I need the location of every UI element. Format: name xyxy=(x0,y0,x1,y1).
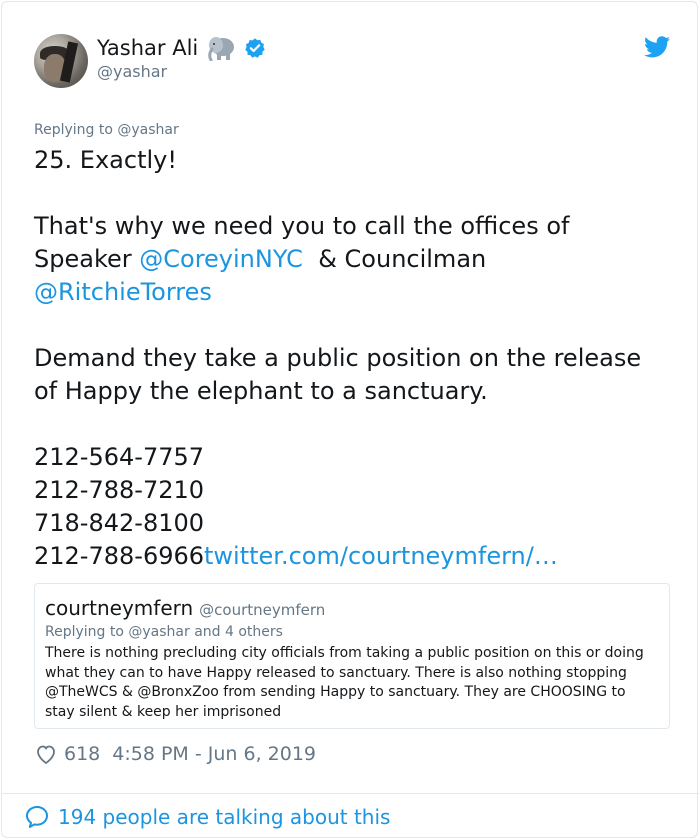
quoted-tweet-header: courtneymfern @courtneymfern xyxy=(45,596,659,620)
author-name-row: Yashar Ali xyxy=(97,34,266,62)
tweet-line: & Councilman xyxy=(302,245,487,273)
replying-to: Replying to @yashar xyxy=(34,122,179,138)
quoted-replying-to: Replying to @yashar and 4 others xyxy=(45,624,283,640)
phone-number: 212-788-6966 xyxy=(34,542,205,570)
phone-number: 212-564-7757 xyxy=(34,443,205,471)
divider xyxy=(2,793,699,794)
quoted-tweet-text: There is nothing precluding city officia… xyxy=(45,645,644,720)
tweet-line: 25. Exactly! xyxy=(34,146,177,174)
tweet-line: Demand they take a public position on th… xyxy=(34,344,649,405)
verified-icon xyxy=(245,38,265,58)
author-display-name[interactable]: Yashar Ali xyxy=(97,36,198,60)
tweet-line: Speaker xyxy=(34,245,140,273)
tweet-meta: 618 4:58 PM - Jun 6, 2019 xyxy=(34,739,316,769)
quoted-tweet[interactable]: courtneymfern @courtneymfern Replying to… xyxy=(34,583,670,729)
tweet-link[interactable]: twitter.com/courtneymfern/… xyxy=(204,542,558,570)
tweet-card: Yashar Ali @yashar Replying to @yashar 2… xyxy=(1,1,699,838)
like-count[interactable]: 618 xyxy=(64,743,100,765)
twitter-bird-icon[interactable] xyxy=(644,36,670,58)
tweet-text: 25. Exactly! That's why we need you to c… xyxy=(34,144,670,573)
avatar[interactable] xyxy=(34,34,88,88)
quoted-author-handle: @courtneymfern xyxy=(199,601,326,619)
phone-number: 212-788-7210 xyxy=(34,476,205,504)
timestamp[interactable]: 4:58 PM - Jun 6, 2019 xyxy=(112,743,316,765)
quoted-author-name: courtneymfern xyxy=(45,596,194,620)
author-handle[interactable]: @yashar xyxy=(97,62,167,81)
tweet-line: That's why we need you to call the offic… xyxy=(34,212,570,240)
speech-bubble-icon xyxy=(26,806,48,828)
heart-icon[interactable] xyxy=(34,742,58,766)
mention-link[interactable]: @CoreyinNYC xyxy=(139,245,303,273)
elephant-icon xyxy=(208,37,235,61)
conversation-count[interactable]: 194 people are talking about this xyxy=(58,805,390,829)
phone-number: 718-842-8100 xyxy=(34,509,205,537)
conversation-link[interactable]: 194 people are talking about this xyxy=(24,802,390,832)
mention-link[interactable]: @RitchieTorres xyxy=(34,278,212,306)
